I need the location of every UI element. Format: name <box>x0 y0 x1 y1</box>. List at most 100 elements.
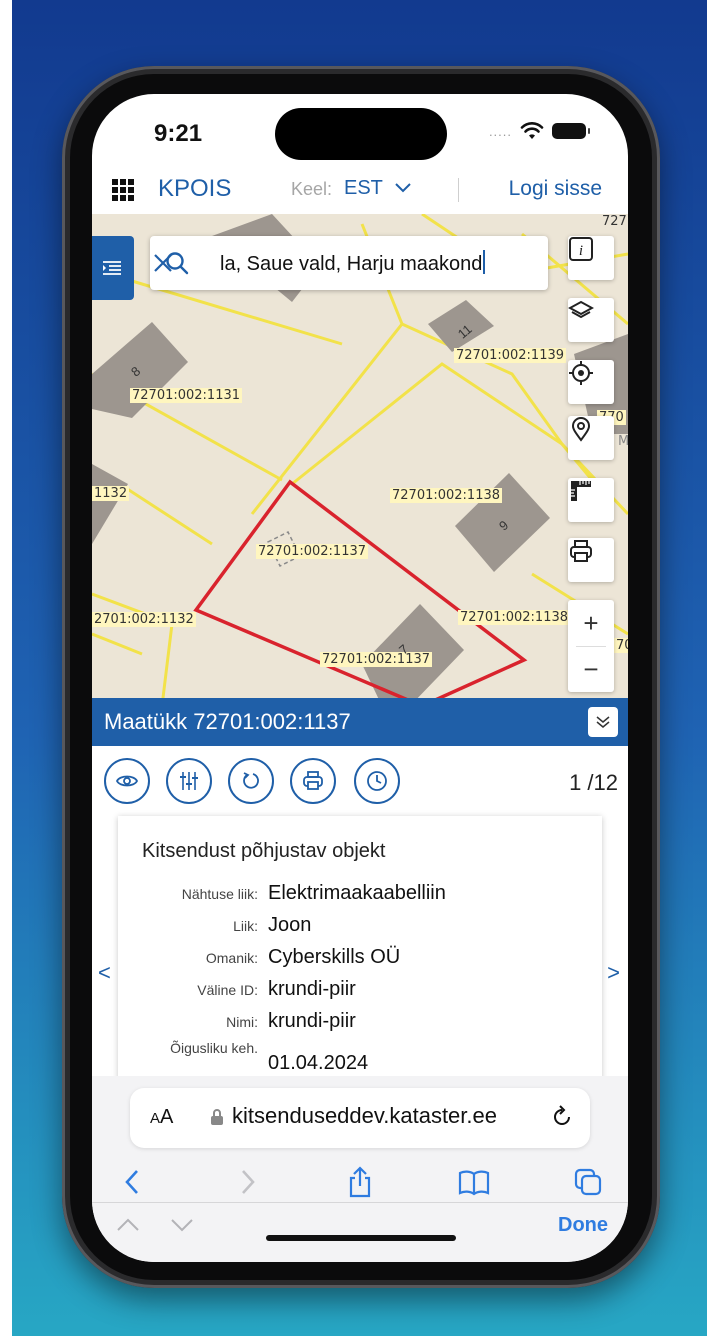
back-button[interactable] <box>112 1162 152 1202</box>
parcel-label: 1132 <box>92 486 130 501</box>
map-edge-text: Ma <box>618 434 628 449</box>
parcel-label: 72701:002:1137 <box>256 544 369 559</box>
detail-row: Omanik: Cyberskills OÜ <box>118 944 602 974</box>
detail-row: Nimi: krundi-piir <box>118 1008 602 1038</box>
share-icon <box>349 1166 371 1198</box>
detail-key: Nähtuse liik: <box>181 886 258 902</box>
parcel-label: 72701:002:1138 <box>458 610 571 625</box>
print-button[interactable] <box>290 758 336 804</box>
url-text[interactable]: kitsenduseddev.kataster.ee <box>232 1103 497 1129</box>
detail-value: 01.04.2024 <box>268 1052 369 1074</box>
status-icons: ..... <box>488 122 590 140</box>
book-icon <box>458 1170 490 1196</box>
home-indicator <box>266 1235 456 1241</box>
print-icon <box>303 771 323 790</box>
lock-icon <box>211 1109 223 1125</box>
result-pager: 1 /12 <box>569 770 618 795</box>
app-brand[interactable]: KPOIS <box>158 175 231 203</box>
detail-row: Nähtuse liik: Elektrimaakaabelliin <box>118 880 602 910</box>
share-button[interactable] <box>340 1162 380 1202</box>
info-icon: i <box>569 237 593 261</box>
keyboard-nav-arrows[interactable] <box>114 1212 204 1236</box>
done-button[interactable]: Done <box>558 1214 608 1237</box>
language-label: Keel: <box>291 179 333 199</box>
feature-panel-header: Maatükk 72701:002:1137 <box>92 698 628 746</box>
login-link[interactable]: Logi sisse <box>509 177 602 201</box>
detail-value: Elektrimaakaabelliin <box>268 882 446 904</box>
filter-button[interactable] <box>166 758 212 804</box>
eye-icon <box>115 775 139 787</box>
reload-icon[interactable] <box>550 1104 574 1130</box>
search-input[interactable]: la, Saue vald, Harju maakond <box>220 250 486 276</box>
feature-panel: 1 /12 Kitsendust põhjustav objekt Nähtus… <box>92 746 628 1076</box>
parcel-label: 2701:002:1132 <box>92 612 196 627</box>
filter-sliders-icon <box>180 772 198 790</box>
marker-button[interactable] <box>568 416 614 460</box>
previous-button[interactable]: < <box>98 960 111 986</box>
forward-button[interactable] <box>228 1162 268 1202</box>
phone-screen: 9:21 ..... KPOIS Keel: EST Logi sisse 72… <box>92 94 628 1262</box>
text-size-button[interactable]: AA <box>150 1106 173 1129</box>
card-title: Kitsendust põhjustav objekt <box>142 840 386 862</box>
parcel-label: 72701:002:1131 <box>130 388 243 403</box>
detail-key: Väline ID: <box>197 982 258 998</box>
parcel-label: 72701:002:1137 <box>320 652 433 667</box>
chevron-left-icon <box>125 1170 138 1194</box>
bookmarks-button[interactable] <box>454 1162 494 1202</box>
map-view[interactable]: 72701:002:1131 72701:002:1139 1132 72701… <box>92 214 628 706</box>
info-button[interactable]: i <box>568 236 614 280</box>
history-clock-icon <box>367 771 387 791</box>
detail-key: Nimi: <box>226 1014 258 1030</box>
sidebar-toggle-button[interactable] <box>92 236 134 300</box>
close-icon[interactable] <box>150 250 176 276</box>
chevron-right-icon <box>242 1170 255 1194</box>
locate-button[interactable] <box>568 360 614 404</box>
layers-button[interactable] <box>568 298 614 342</box>
detail-row: Õigusliku keh. 01.04.2024 <box>118 1040 602 1074</box>
parcel-label: 72701:002:1139 <box>454 348 567 363</box>
print-map-button[interactable] <box>568 538 614 582</box>
svg-text:i: i <box>579 243 583 259</box>
map-edge-text: 70 <box>614 638 628 653</box>
map-edge-text: 727 <box>602 214 627 229</box>
print-icon <box>570 540 592 562</box>
signal-dots: ..... <box>488 123 512 139</box>
measure-button[interactable] <box>568 478 614 522</box>
collapse-panel-button[interactable] <box>588 707 618 737</box>
language-select[interactable]: EST <box>344 177 383 200</box>
rotate-icon <box>243 772 259 789</box>
detail-value: Cyberskills OÜ <box>268 946 401 968</box>
history-button[interactable] <box>354 758 400 804</box>
address-search[interactable]: la, Saue vald, Harju maakond <box>150 236 548 290</box>
tabs-icon <box>574 1168 602 1196</box>
wifi-icon <box>520 122 544 139</box>
grid-icon[interactable] <box>112 179 134 201</box>
detail-value: Joon <box>268 914 312 936</box>
address-bar[interactable]: AA kitsenduseddev.kataster.ee <box>130 1088 590 1148</box>
detail-value: krundi-piir <box>268 978 356 1000</box>
locate-icon <box>569 361 593 385</box>
next-button[interactable]: > <box>607 960 620 986</box>
detail-key: Õigusliku keh. <box>170 1040 258 1056</box>
parcel-label: 72701:002:1138 <box>390 488 503 503</box>
double-chevron-down-icon <box>596 716 610 728</box>
status-time: 9:21 <box>154 120 203 147</box>
layers-icon <box>568 300 594 319</box>
pin-icon <box>571 417 591 442</box>
tabs-button[interactable] <box>568 1162 608 1202</box>
battery-icon <box>552 123 590 139</box>
visibility-button[interactable] <box>104 758 150 804</box>
reset-button[interactable] <box>228 758 274 804</box>
panel-title: Maatükk 72701:002:1137 <box>104 709 351 734</box>
zoom-control: + − <box>568 600 614 692</box>
zoom-in-button[interactable]: + <box>568 600 614 646</box>
detail-key: Omanik: <box>205 950 258 966</box>
detail-value: krundi-piir <box>268 1010 356 1032</box>
app-header: KPOIS Keel: EST Logi sisse <box>92 166 628 214</box>
restriction-card: Kitsendust põhjustav objekt Nähtuse liik… <box>118 816 602 1076</box>
detail-key: Liik: <box>233 918 258 934</box>
header-divider <box>458 178 459 202</box>
chevron-down-icon[interactable] <box>392 176 414 198</box>
dynamic-island <box>275 108 447 160</box>
zoom-out-button[interactable]: − <box>568 646 614 692</box>
